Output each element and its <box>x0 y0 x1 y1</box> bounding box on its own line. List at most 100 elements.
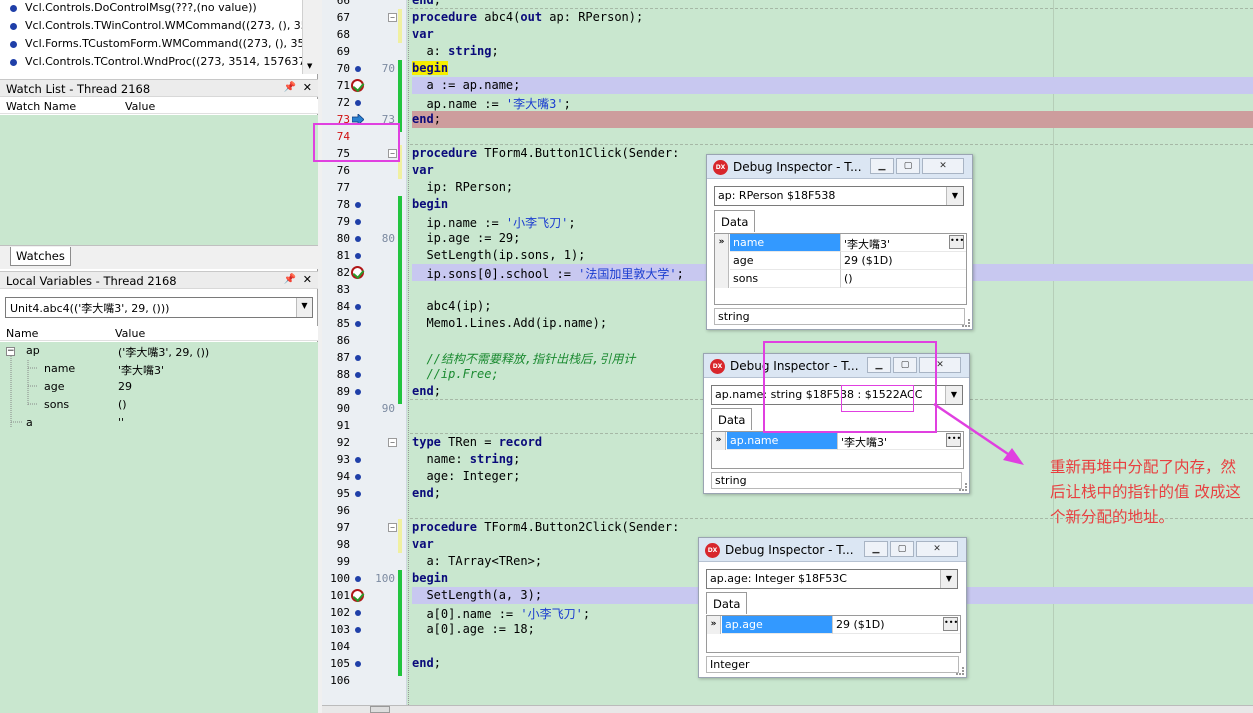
executable-line-dot-icon[interactable] <box>355 304 361 310</box>
code-line[interactable]: a := ap.name; <box>412 77 1253 94</box>
tab-data[interactable]: Data <box>711 408 753 430</box>
gutter-line[interactable]: 103 <box>322 621 407 638</box>
executable-line-dot-icon[interactable] <box>355 576 361 582</box>
table-row[interactable]: sons() <box>0 396 318 413</box>
table-row[interactable]: a '' <box>0 414 318 431</box>
code-line[interactable]: a: string; <box>412 43 1253 60</box>
editor-gutter[interactable]: 66 67−68 69 70 70 71 72 73 73 74 75−76 77 78 79 80 80 81… <box>322 0 407 705</box>
gutter-line[interactable]: 76 <box>322 162 407 179</box>
gutter-line[interactable]: 100 100 <box>322 570 407 587</box>
restore-button[interactable]: ▢ <box>896 158 920 174</box>
table-row[interactable]: » ap.name '李大嘴3' ••• <box>712 432 963 450</box>
gutter-line[interactable]: 92 − <box>322 434 407 451</box>
executable-line-dot-icon[interactable] <box>355 661 361 667</box>
executable-line-dot-icon[interactable] <box>355 66 361 72</box>
call-stack-item[interactable]: Vcl.Controls.TWinControl.WMCommand((273,… <box>0 19 302 36</box>
gutter-line[interactable]: 69 <box>322 43 407 60</box>
tab-data[interactable]: Data <box>714 210 756 232</box>
gutter-line[interactable]: 77 <box>322 179 407 196</box>
gutter-line[interactable]: 78 <box>322 196 407 213</box>
call-stack-item[interactable]: Vcl.Controls.TControl.WndProc((273, 3514… <box>0 55 302 72</box>
gutter-line[interactable]: 72 <box>322 94 407 111</box>
chevron-down-icon[interactable]: ▼ <box>940 570 957 588</box>
gutter-line[interactable]: 98 <box>322 536 407 553</box>
breakpoint-icon[interactable] <box>351 79 364 92</box>
executable-line-dot-icon[interactable] <box>355 372 361 378</box>
table-row[interactable]: » name '李大嘴3' ••• <box>715 234 966 252</box>
breakpoint-icon[interactable] <box>351 266 364 279</box>
table-row[interactable]: ap ('李大嘴3', 29, ()) <box>0 342 318 359</box>
tab-watches[interactable]: Watches <box>10 247 71 266</box>
gutter-line[interactable]: 97 − <box>322 519 407 536</box>
gutter-line[interactable]: 68 <box>322 26 407 43</box>
fold-icon[interactable]: − <box>388 438 397 447</box>
inspector-title-bar[interactable]: DX Debug Inspector - T... ▁ ▢ ✕ <box>707 155 972 179</box>
gutter-line[interactable]: 102 <box>322 604 407 621</box>
debug-inspector-3[interactable]: DX Debug Inspector - T... ▁ ▢ ✕ ap.age: Integ… <box>698 537 967 678</box>
executable-line-dot-icon[interactable] <box>355 474 361 480</box>
gutter-line[interactable]: 80 80 <box>322 230 407 247</box>
executable-line-dot-icon[interactable] <box>355 627 361 633</box>
scroll-down-icon[interactable]: ▼ <box>307 62 312 70</box>
pin-icon[interactable]: 📌 <box>284 82 296 93</box>
inspector-grid[interactable]: » ap.name '李大嘴3' ••• <box>711 431 964 469</box>
code-line[interactable]: procedure abc4(out ap: RPerson); <box>412 9 1253 26</box>
tab-data[interactable]: Data <box>706 592 748 614</box>
watch-name-column[interactable]: Watch Name <box>6 100 76 113</box>
executable-line-dot-icon[interactable] <box>355 202 361 208</box>
executable-line-dot-icon[interactable] <box>355 236 361 242</box>
code-line[interactable]: ap.name := '李大嘴3'; <box>412 94 1253 111</box>
gutter-line[interactable]: 81 <box>322 247 407 264</box>
scroll-thumb[interactable] <box>370 706 390 713</box>
close-button[interactable]: ✕ <box>922 158 964 174</box>
gutter-line[interactable]: 85 <box>322 315 407 332</box>
executable-line-dot-icon[interactable] <box>355 219 361 225</box>
minimize-button[interactable]: ▁ <box>864 541 888 557</box>
executable-line-dot-icon[interactable] <box>355 253 361 259</box>
table-row[interactable]: » ap.age 29 ($1D) ••• <box>707 616 960 634</box>
executable-line-dot-icon[interactable] <box>355 321 361 327</box>
close-icon[interactable]: ✕ <box>303 273 312 286</box>
gutter-line[interactable]: 66 <box>322 0 407 9</box>
gutter-line[interactable]: 71 <box>322 77 407 94</box>
gutter-line[interactable]: 93 <box>322 451 407 468</box>
minimize-button[interactable]: ▁ <box>870 158 894 174</box>
table-row[interactable]: age 29 ($1D) <box>715 252 966 270</box>
inspector-grid[interactable]: » name '李大嘴3' ••• age 29 ($1D) sons() <box>714 233 967 305</box>
gutter-line[interactable]: 105 <box>322 655 407 672</box>
inspector-title-bar[interactable]: DX Debug Inspector - T... ▁ ▢ ✕ <box>699 538 966 562</box>
chevron-down-icon[interactable]: ▼ <box>946 187 963 205</box>
resize-grip-icon[interactable] <box>959 483 967 491</box>
horizontal-scrollbar[interactable] <box>322 705 1253 713</box>
code-line[interactable]: end; <box>412 111 1253 128</box>
gutter-line[interactable]: 82 <box>322 264 407 281</box>
gutter-line[interactable]: 104 <box>322 638 407 655</box>
gutter-line[interactable]: 91 <box>322 417 407 434</box>
debug-inspector-1[interactable]: DX Debug Inspector - T... ▁ ▢ ✕ ap: RPerson $… <box>706 154 973 330</box>
name-column[interactable]: Name <box>6 327 38 340</box>
gutter-line[interactable]: 101 <box>322 587 407 604</box>
gutter-line[interactable]: 89 <box>322 383 407 400</box>
executable-line-dot-icon[interactable] <box>355 100 361 106</box>
executable-line-dot-icon[interactable] <box>355 491 361 497</box>
ellipsis-button[interactable]: ••• <box>949 235 964 249</box>
watch-list-body[interactable] <box>0 115 318 245</box>
fold-icon[interactable]: − <box>388 523 397 532</box>
code-line[interactable]: begin <box>412 60 1253 77</box>
gutter-line[interactable]: 94 <box>322 468 407 485</box>
value-column[interactable]: Value <box>115 327 145 340</box>
gutter-line[interactable]: 90 90 <box>322 400 407 417</box>
expression-select[interactable]: ap: RPerson $18F538 ▼ <box>714 186 964 206</box>
inspector-grid[interactable]: » ap.age 29 ($1D) ••• <box>706 615 961 653</box>
chevron-down-icon[interactable]: ▼ <box>296 298 312 317</box>
table-row[interactable]: name '李大嘴3' <box>0 360 318 377</box>
resize-grip-icon[interactable] <box>956 667 964 675</box>
gutter-line[interactable]: 84 <box>322 298 407 315</box>
gutter-line[interactable]: 96 <box>322 502 407 519</box>
stack-frame-select[interactable]: Unit4.abc4(('李大嘴3', 29, ())) ▼ <box>5 297 313 318</box>
gutter-line[interactable]: 88 <box>322 366 407 383</box>
call-stack-item[interactable]: Vcl.Controls.DoControlMsg(???,(no value)… <box>0 1 302 18</box>
watch-value-column[interactable]: Value <box>125 100 155 113</box>
resize-grip-icon[interactable] <box>962 319 970 327</box>
table-row[interactable]: sons() <box>715 270 966 288</box>
